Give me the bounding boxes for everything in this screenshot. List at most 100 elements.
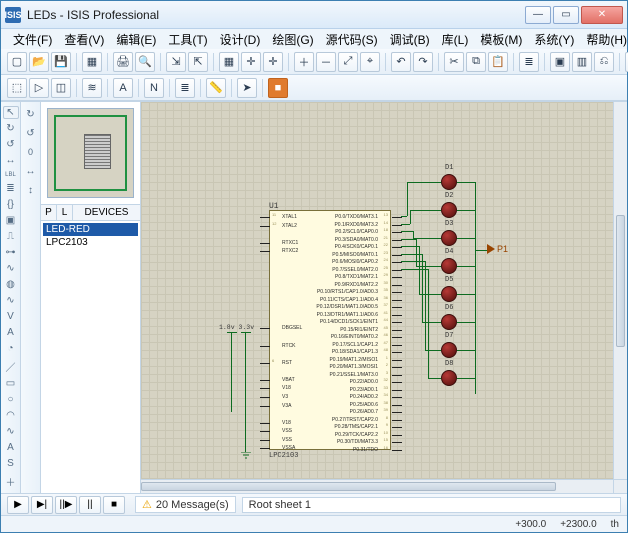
led[interactable] [441, 202, 457, 218]
tab-p[interactable]: P [41, 205, 57, 220]
label-tool-icon[interactable]: LBL [3, 170, 19, 179]
plus-tool-icon[interactable]: ＋ [3, 473, 19, 489]
undo-icon[interactable]: ↶ [391, 52, 411, 72]
zoom-out-icon[interactable]: － [316, 52, 336, 72]
text-label-icon[interactable]: A [113, 78, 133, 98]
menu-item[interactable]: 库(L) [436, 30, 475, 49]
probe[interactable]: P1 [487, 244, 508, 254]
frame-button[interactable]: ||▶ [55, 496, 77, 514]
package-mode-icon[interactable]: ▥ [572, 52, 592, 72]
oscilloscope-tool-icon[interactable]: ◔ [3, 342, 19, 355]
led[interactable] [441, 370, 457, 386]
led[interactable] [441, 286, 457, 302]
rotate-cw-tool-icon[interactable]: ↻ [3, 122, 19, 135]
net-label-icon[interactable]: N [144, 78, 164, 98]
mirror-v-icon[interactable]: ↕ [23, 182, 39, 198]
preview-icon[interactable]: 🔍 [135, 52, 155, 72]
zoom-all-icon[interactable]: ⤢ [338, 52, 358, 72]
menu-item[interactable]: 设计(D) [214, 30, 267, 49]
close-button[interactable]: ✕ [581, 6, 623, 24]
menu-item[interactable]: 编辑(E) [110, 30, 162, 49]
open-file-icon[interactable]: 📂 [29, 52, 49, 72]
zoom-in-icon[interactable]: ＋ [294, 52, 314, 72]
voltmeter-tool-icon[interactable]: V [3, 310, 19, 323]
sel-mode-icon[interactable]: ⬚ [7, 78, 27, 98]
mirror-h-tool-icon[interactable]: ↔ [3, 154, 19, 167]
orange-mode-icon[interactable]: ■ [268, 78, 288, 98]
center-icon[interactable]: ✛ [263, 52, 283, 72]
new-file-icon[interactable]: ▢ [7, 52, 27, 72]
ammeter-tool-icon[interactable]: A [3, 326, 19, 339]
menu-item[interactable]: 查看(V) [58, 30, 110, 49]
chip-body[interactable]: P0.0/TXD0/MAT3.113P0.1/RXD0/MAT3.214P0.2… [269, 210, 391, 450]
path-2d-tool-icon[interactable]: ∿ [3, 425, 19, 438]
terminal-tool-icon[interactable]: ⎍ [3, 230, 19, 243]
menu-item[interactable]: 模板(M) [474, 30, 528, 49]
scroll-thumb[interactable] [141, 482, 556, 491]
overview-pane[interactable] [47, 108, 134, 198]
grid-toggle-icon[interactable]: ▦ [219, 52, 239, 72]
paste-icon[interactable]: 📋 [488, 52, 508, 72]
mirror-h-icon[interactable]: ↔ [23, 163, 39, 179]
arc-2d-tool-icon[interactable]: ◠ [3, 409, 19, 422]
tab-l[interactable]: L [57, 205, 73, 220]
ruler-icon[interactable]: 📏 [206, 78, 226, 98]
zoom-area-icon[interactable]: ⌖ [360, 52, 380, 72]
print-icon[interactable]: 🖨 [113, 52, 133, 72]
symbol-tool-icon[interactable]: S [3, 457, 19, 470]
minimize-button[interactable]: — [525, 6, 551, 24]
led[interactable] [441, 314, 457, 330]
menu-item[interactable]: 文件(F) [7, 30, 58, 49]
bus-tool-icon[interactable]: ≣ [3, 182, 19, 195]
step-button[interactable]: ▶| [31, 496, 53, 514]
arrow-icon[interactable]: ➤ [237, 78, 257, 98]
rotate-ccw-icon[interactable]: ↺ [23, 125, 39, 141]
device-list[interactable]: LED-REDLPC2103 [41, 221, 140, 493]
scrollbar-horizontal[interactable] [141, 479, 613, 493]
rotate-cw-icon[interactable]: ↻ [23, 106, 39, 122]
section-area-icon[interactable]: ▦ [82, 52, 102, 72]
rotate-ccw-tool-icon[interactable]: ↺ [3, 138, 19, 151]
tab-devices[interactable]: DEVICES [73, 205, 140, 220]
copy-icon[interactable]: ⧉ [466, 52, 486, 72]
decompose-icon[interactable]: ⎌ [594, 52, 614, 72]
led[interactable] [441, 342, 457, 358]
script-tool-icon[interactable]: {} [3, 198, 19, 211]
component-mode-icon[interactable]: ▣ [550, 52, 570, 72]
menu-item[interactable]: 绘图(G) [266, 30, 319, 49]
run-reset-icon[interactable]: ▷ [29, 78, 49, 98]
cut-icon[interactable]: ✂ [444, 52, 464, 72]
graph-tool-icon[interactable]: ∿ [3, 262, 19, 275]
layers-icon[interactable]: ≣ [519, 52, 539, 72]
line-2d-tool-icon[interactable]: ／ [3, 358, 19, 374]
stop-button[interactable]: ■ [103, 496, 125, 514]
menu-item[interactable]: 工具(T) [162, 30, 213, 49]
trace-view-icon[interactable]: ≋ [82, 78, 102, 98]
pause-button[interactable]: || [79, 496, 101, 514]
led[interactable] [441, 230, 457, 246]
tape-tool-icon[interactable]: ◍ [3, 278, 19, 291]
device-item[interactable]: LPC2103 [43, 236, 138, 249]
redo-icon[interactable]: ↷ [413, 52, 433, 72]
schematic-canvas[interactable]: U1 P0.0/TXD0/MAT3.113P0.1/RXD0/MAT3.214P… [141, 102, 627, 493]
snap-origin-icon[interactable]: ✛ [241, 52, 261, 72]
rect-2d-tool-icon[interactable]: ▭ [3, 377, 19, 390]
import-icon[interactable]: ⇲ [166, 52, 186, 72]
menu-item[interactable]: 帮助(H) [580, 30, 628, 49]
sheet-name[interactable]: Root sheet 1 [242, 497, 621, 513]
led[interactable] [441, 258, 457, 274]
device-item[interactable]: LED-RED [43, 223, 138, 236]
export-icon[interactable]: ⇱ [188, 52, 208, 72]
scrollbar-vertical[interactable] [613, 102, 627, 479]
subckt-tool-icon[interactable]: ▣ [3, 214, 19, 227]
menu-item[interactable]: 系统(Y) [528, 30, 580, 49]
scroll-thumb[interactable] [616, 215, 625, 347]
play-button[interactable]: ▶ [7, 496, 29, 514]
led[interactable] [441, 174, 457, 190]
maximize-button[interactable]: ▭ [553, 6, 579, 24]
menu-item[interactable]: 调试(B) [384, 30, 436, 49]
pin-tool-icon[interactable]: ⊶ [3, 246, 19, 259]
generator-tool-icon[interactable]: ∿ [3, 294, 19, 307]
select-tool-icon[interactable]: ↖ [3, 106, 19, 119]
text-2d-tool-icon[interactable]: A [3, 441, 19, 454]
